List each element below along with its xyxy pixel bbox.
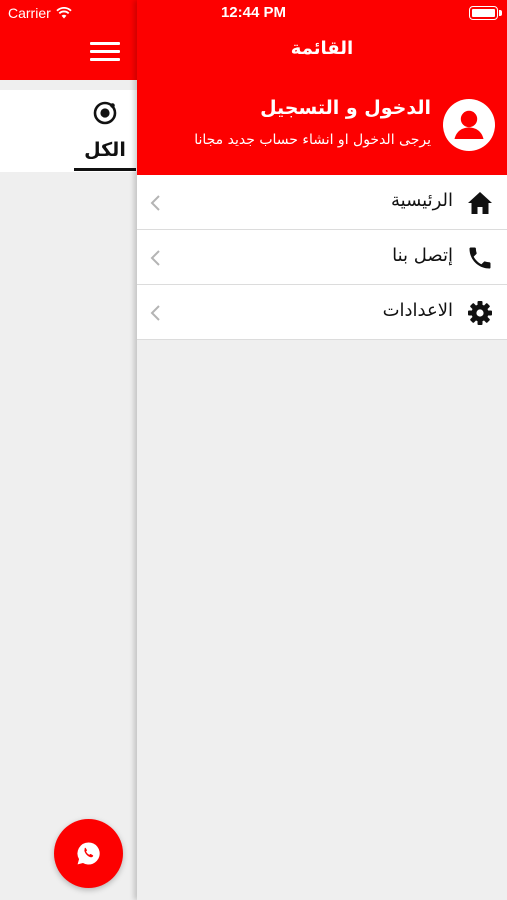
menu-item-home[interactable]: الرئيسية [137,175,507,230]
menu-item-contact[interactable]: إتصل بنا [137,230,507,285]
battery-icon [469,6,502,20]
gear-icon [468,301,492,325]
menu-item-settings[interactable]: الاعدادات [137,285,507,340]
category-bar: الكل [0,90,137,172]
menu-item-home-label: الرئيسية [391,190,453,211]
chevron-left-icon [150,305,160,321]
hamburger-line [90,42,120,45]
whatsapp-button[interactable] [54,819,123,888]
whatsapp-icon [77,842,100,865]
status-time: 12:44 PM [220,4,287,21]
home-icon [468,192,492,214]
drawer-title: القائمة [290,38,354,59]
hamburger-line [90,50,120,53]
tab-active-indicator [74,168,136,171]
user-avatar-icon [443,99,495,151]
tab-all[interactable]: الكل [74,90,136,172]
login-register-title: الدخول و التسجيل [260,97,431,119]
menu-toggle-button[interactable] [90,41,120,63]
menu-item-contact-label: إتصل بنا [392,245,453,266]
login-register-header[interactable]: الدخول و التسجيل يرجى الدخول او انشاء حس… [137,80,507,175]
hamburger-line [90,58,120,61]
phone-icon [469,247,491,269]
tab-all-label: الكل [84,139,126,161]
chevron-left-icon [150,195,160,211]
background-app: الكل [0,0,137,900]
login-register-subtitle: يرجى الدخول او انشاء حساب جديد مجانا [194,132,431,148]
status-bar: Carrier 12:44 PM [0,0,507,28]
target-icon [93,101,117,125]
drawer-menu: الرئيسية إتصل بنا الاعدادات [137,175,507,340]
side-drawer: القائمة الدخول و التسجيل يرجى الدخول او … [137,0,507,900]
chevron-left-icon [150,250,160,266]
menu-item-settings-label: الاعدادات [382,300,453,321]
